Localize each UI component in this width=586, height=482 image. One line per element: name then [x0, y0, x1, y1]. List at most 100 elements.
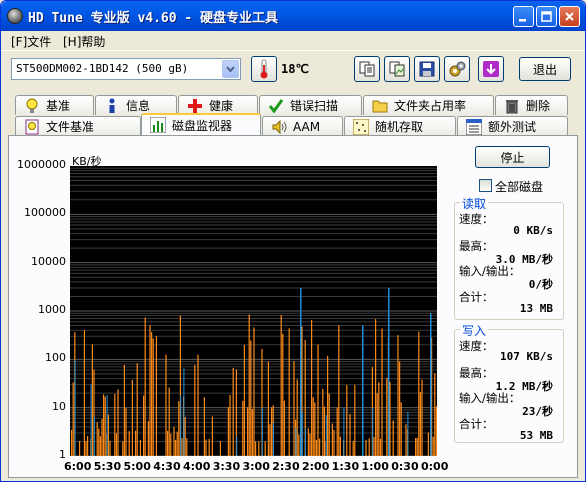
x-tick-label: 5:30: [93, 460, 122, 473]
tab-random-access[interactable]: 随机存取: [344, 116, 456, 136]
read-group: 读取 速度： 0 KB/s 最高： 3.0 MB/秒 输入/输出： 0/秒 合计…: [454, 195, 564, 320]
tab-label: 删除: [526, 99, 551, 113]
write-activity-bar: [397, 335, 399, 456]
minimize-button[interactable]: [513, 6, 534, 27]
exit-button[interactable]: 退出: [519, 57, 571, 81]
y-tick-label: 10: [52, 399, 66, 413]
write-activity-bar: [378, 382, 380, 456]
write-activity-bar: [376, 393, 378, 456]
menu-file[interactable]: [F]文件: [11, 33, 51, 50]
title-bar[interactable]: HD Tune 专业版 v4.60 - 硬盘专业工具: [1, 1, 585, 31]
write-activity-bar: [115, 433, 117, 456]
write-activity-bar: [175, 439, 177, 456]
drive-select[interactable]: ST500DM002-1BD142 (500 gB): [11, 58, 241, 80]
tab-folder-usage[interactable]: 文件夹占用率: [363, 95, 494, 115]
close-button[interactable]: [559, 6, 580, 27]
tab-aam[interactable]: AAM: [262, 116, 343, 136]
write-activity-bar: [152, 338, 154, 456]
read-activity-bar: [183, 368, 185, 456]
options-button[interactable]: [444, 56, 470, 82]
disk-activity-chart: [70, 166, 437, 456]
tab-label: 文件基准: [46, 120, 95, 134]
x-tick-label: 4:00: [183, 460, 211, 473]
write-speed-label: 速度：: [459, 339, 494, 353]
close-icon: [565, 12, 574, 21]
copy-screenshot-icon: [389, 61, 405, 77]
write-activity-bar: [83, 330, 85, 456]
write-activity-bar: [317, 344, 319, 456]
x-tick-label: 1:00: [361, 460, 389, 473]
write-activity-bar: [85, 441, 87, 456]
read-io-label: 输入/输出：: [459, 264, 521, 278]
tab-info[interactable]: 信息: [95, 95, 177, 115]
menu-help[interactable]: [H]帮助: [63, 33, 105, 50]
copy-text-button[interactable]: [354, 56, 380, 82]
write-activity-bar: [168, 387, 170, 456]
all-disks-checkbox[interactable]: [479, 179, 492, 192]
write-activity-bar: [319, 438, 321, 456]
read-peak-label: 最高：: [459, 239, 494, 253]
trash-icon: [504, 98, 520, 114]
write-activity-bar: [386, 377, 388, 456]
write-activity-bar: [375, 319, 377, 456]
tab-health[interactable]: 健康: [178, 95, 258, 115]
write-activity-bar: [435, 406, 437, 456]
write-activity-bar: [288, 328, 290, 456]
read-group-title: 读取: [460, 195, 489, 212]
read-activity-bar: [388, 287, 390, 456]
write-activity-bar: [139, 440, 141, 456]
chevron-down-icon[interactable]: [222, 60, 239, 78]
write-activity-bar: [114, 393, 116, 456]
tab-error-scan[interactable]: 错误扫描: [259, 95, 362, 115]
write-activity-bar: [91, 344, 93, 456]
write-activity-bar: [346, 385, 348, 456]
save-button[interactable]: [414, 56, 440, 82]
write-activity-bar: [328, 393, 330, 456]
write-activity-bar: [322, 388, 324, 456]
write-activity-bar: [99, 436, 101, 456]
write-activity-bar: [314, 402, 316, 456]
download-button[interactable]: [478, 56, 504, 82]
write-group: 写入 速度： 107 KB/s 最高： 1.2 MB/秒 输入/输出： 23/秒…: [454, 322, 564, 443]
write-activity-bar: [149, 325, 151, 456]
temperature-button[interactable]: [251, 56, 277, 82]
read-activity-bar: [430, 313, 432, 456]
toolbar: ST500DM002-1BD142 (500 gB) 18℃ 退出: [1, 52, 585, 86]
read-speed-value: 0 KB/s: [513, 224, 553, 237]
stop-button[interactable]: 停止: [475, 146, 550, 168]
write-activity-bar: [250, 340, 252, 456]
write-activity-bar: [312, 397, 314, 456]
write-total-value: 53 MB: [519, 429, 553, 442]
x-tick-label: 3:00: [242, 460, 270, 473]
write-activity-bar: [400, 402, 402, 456]
write-activity-bar: [264, 441, 266, 456]
chart-plot-area: [70, 167, 437, 456]
write-activity-bar: [271, 407, 273, 456]
write-activity-bar: [405, 424, 407, 456]
x-tick-label: 5:00: [123, 460, 151, 473]
tab-file-benchmark[interactable]: 文件基准: [15, 116, 141, 136]
write-activity-bar: [197, 354, 199, 456]
copy-image-button[interactable]: [384, 56, 410, 82]
read-activity-bar: [362, 325, 364, 456]
tab-benchmark[interactable]: 基准: [15, 95, 94, 115]
write-activity-bar: [296, 379, 298, 456]
tab-label: 磁盘监视器: [172, 118, 233, 133]
read-activity-bar: [93, 416, 95, 456]
maximize-icon: [541, 11, 552, 22]
write-activity-bar: [416, 437, 418, 456]
write-activity-bar: [205, 439, 207, 456]
maximize-button[interactable]: [536, 6, 557, 27]
x-tick-label: 0:00: [421, 460, 449, 473]
tab-label: 健康: [209, 99, 234, 113]
write-activity-bar: [98, 428, 100, 456]
write-activity-bar: [178, 401, 180, 456]
read-activity-bar: [180, 395, 182, 456]
drive-select-value: ST500DM002-1BD142 (500 gB): [16, 62, 189, 75]
all-disks-label: 全部磁盘: [495, 180, 544, 194]
y-tick-label: 100: [45, 351, 66, 365]
tab-erase[interactable]: 删除: [495, 95, 568, 115]
write-activity-bar: [333, 430, 335, 456]
tab-extra-tests[interactable]: 额外测试: [457, 116, 568, 136]
tab-disk-monitor[interactable]: 磁盘监视器: [141, 113, 261, 135]
